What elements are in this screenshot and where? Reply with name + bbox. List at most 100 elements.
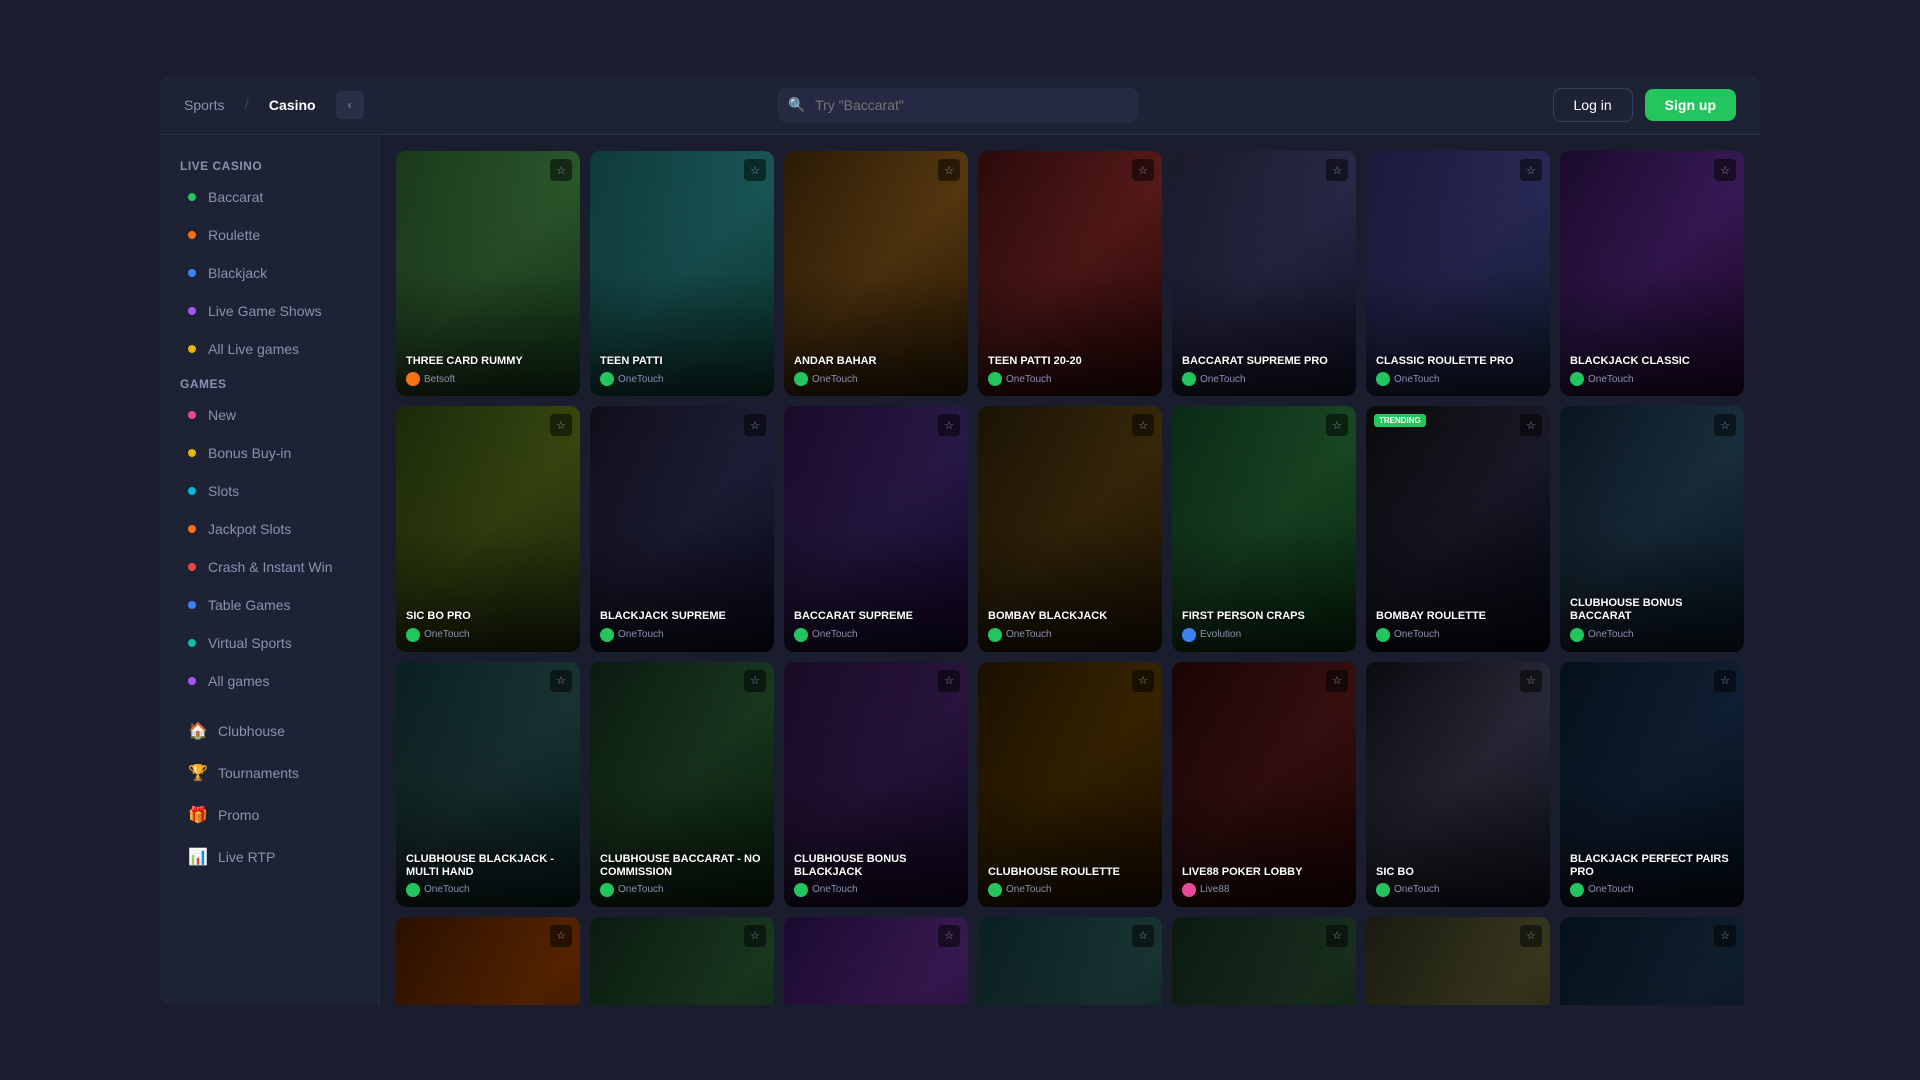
game-card-blackjack-classic[interactable]: ☆ BLACKJACK CLASSIC OneTouch	[1560, 151, 1744, 396]
sidebar-item-table-games[interactable]: Table Games	[168, 587, 371, 623]
game-provider-bombay-blackjack: OneTouch	[988, 628, 1107, 642]
favorite-clubhouse-bonus-baccarat[interactable]: ☆	[1714, 414, 1736, 436]
favorite-blackjack-supreme[interactable]: ☆	[744, 414, 766, 436]
sidebar-item-all-games[interactable]: All games	[168, 663, 371, 699]
game-card-three-card-rummy[interactable]: ☆ THREE CARD RUMMY Betsoft	[396, 151, 580, 396]
favorite-bombay-blackjack[interactable]: ☆	[1132, 414, 1154, 436]
game-provider-first-person-craps: Evolution	[1182, 628, 1305, 642]
game-card-blackjack-supreme[interactable]: ☆ BLACKJACK SUPREME OneTouch	[590, 406, 774, 651]
favorite-mega[interactable]: ☆	[938, 925, 960, 947]
game-card-bombay-roulette[interactable]: ☆ TRENDING BOMBAY ROULETTE OneTouch	[1366, 406, 1550, 651]
game-card-blackjack-perfect-pairs-pro[interactable]: ☆ BLACKJACK PERFECT PAIRS PRO OneTouch	[1560, 662, 1744, 907]
favorite-teen-patti[interactable]: ☆	[744, 159, 766, 181]
promo-icon: 🎁	[188, 805, 206, 825]
sidebar-item-virtual-sports[interactable]: Virtual Sports	[168, 625, 371, 661]
favorite-live-game-4[interactable]: ☆	[1132, 925, 1154, 947]
game-card-andar-bahar[interactable]: ☆ ANDAR BAHAR OneTouch	[784, 151, 968, 396]
sidebar-item-new[interactable]: New	[168, 397, 371, 433]
login-button[interactable]: Log in	[1553, 88, 1633, 122]
favorite-clubhouse-bonus-blackjack[interactable]: ☆	[938, 670, 960, 692]
sidebar-item-live-rtp[interactable]: 📊 Live RTP	[168, 837, 371, 877]
sidebar-item-tournaments[interactable]: 🏆 Tournaments	[168, 753, 371, 793]
favorite-sic-bo-pro[interactable]: ☆	[550, 414, 572, 436]
sidebar-item-blackjack[interactable]: Blackjack	[168, 255, 371, 291]
provider-dot	[794, 628, 808, 642]
game-provider-clubhouse-bonus-baccarat: OneTouch	[1570, 628, 1734, 642]
jackpot-dot	[188, 525, 196, 533]
game-card-live88-poker-lobby[interactable]: ☆ LIVE88 POKER LOBBY Live88	[1172, 662, 1356, 907]
favorite-king[interactable]: ☆	[550, 925, 572, 947]
game-card-classic-roulette-pro[interactable]: ☆ CLASSIC ROULETTE PRO OneTouch	[1366, 151, 1550, 396]
game-card-sic-bo-pro[interactable]: ☆ SIC BO PRO OneTouch	[396, 406, 580, 651]
game-card-first-person-craps[interactable]: ☆ FIRST PERSON CRAPS Evolution	[1172, 406, 1356, 651]
game-card-baccarat-supreme[interactable]: ☆ BACCARAT SUPREME OneTouch	[784, 406, 968, 651]
game-title-clubhouse-bonus-blackjack: CLUBHOUSE BONUS BLACKJACK	[794, 853, 958, 879]
game-card-clubhouse-blackjack-multi-hand[interactable]: ☆ CLUBHOUSE BLACKJACK - MULTI HAND OneTo…	[396, 662, 580, 907]
sidebar-item-promo[interactable]: 🎁 Promo	[168, 795, 371, 835]
game-grid: ☆ THREE CARD RUMMY Betsoft ☆	[396, 151, 1744, 1005]
game-provider-teen-patti-20-20: OneTouch	[988, 372, 1082, 386]
nav-sports[interactable]: Sports	[184, 97, 224, 113]
sidebar-item-crash-instant-win[interactable]: Crash & Instant Win	[168, 549, 371, 585]
favorite-blackjack-row4[interactable]: ☆	[744, 925, 766, 947]
favorite-three-card-rummy[interactable]: ☆	[550, 159, 572, 181]
favorite-classic-roulette-pro[interactable]: ☆	[1520, 159, 1542, 181]
favorite-clubhouse-roulette[interactable]: ☆	[1132, 670, 1154, 692]
game-card-baccarat-supreme-pro[interactable]: ☆ BACCARAT SUPREME PRO OneTouch	[1172, 151, 1356, 396]
sidebar-label-jackpot-slots: Jackpot Slots	[208, 521, 291, 537]
sidebar-item-live-game-shows[interactable]: Live Game Shows	[168, 293, 371, 329]
game-card-live-dealer[interactable]: ☆ LIVE DEALER OneTouch	[1366, 917, 1550, 1005]
game-title-first-person-craps: FIRST PERSON CRAPS	[1182, 610, 1305, 623]
game-card-king[interactable]: ☆ KING OneTouch	[396, 917, 580, 1005]
signup-button[interactable]: Sign up	[1645, 89, 1736, 121]
game-card-clubhouse-baccarat-no-commission[interactable]: ☆ CLUBHOUSE BACCARAT - NO COMMISSION One…	[590, 662, 774, 907]
game-title-classic-roulette-pro: CLASSIC ROULETTE PRO	[1376, 355, 1514, 368]
sidebar-item-clubhouse[interactable]: 🏠 Clubhouse	[168, 711, 371, 751]
game-title-bombay-blackjack: BOMBAY BLACKJACK	[988, 610, 1107, 623]
game-card-clubhouse-bonus-blackjack[interactable]: ☆ CLUBHOUSE BONUS BLACKJACK OneTouch	[784, 662, 968, 907]
favorite-sic-bo[interactable]: ☆	[1520, 670, 1542, 692]
favorite-live88-poker-lobby[interactable]: ☆	[1326, 670, 1348, 692]
favorite-teen-patti-20-20[interactable]: ☆	[1132, 159, 1154, 181]
table-dot	[188, 601, 196, 609]
search-input[interactable]	[778, 88, 1138, 122]
sidebar-item-bonus-buy-in[interactable]: Bonus Buy-in	[168, 435, 371, 471]
favorite-baccarat-supreme[interactable]: ☆	[938, 414, 960, 436]
game-provider-clubhouse-baccarat-no-commission: OneTouch	[600, 883, 764, 897]
search-icon: 🔍	[788, 96, 805, 113]
favorite-clubhouse-blackjack-multi-hand[interactable]: ☆	[550, 670, 572, 692]
sidebar-item-all-live-games[interactable]: All Live games	[168, 331, 371, 367]
game-provider-clubhouse-bonus-blackjack: OneTouch	[794, 883, 958, 897]
game-card-sic-bo[interactable]: ☆ SIC BO OneTouch	[1366, 662, 1550, 907]
game-card-clubhouse-roulette[interactable]: ☆ CLUBHOUSE ROULETTE OneTouch	[978, 662, 1162, 907]
favorite-baccarat-supreme-pro[interactable]: ☆	[1326, 159, 1348, 181]
game-card-teen-patti-20-20[interactable]: ☆ TEEN PATTI 20-20 OneTouch	[978, 151, 1162, 396]
game-card-teen-patti[interactable]: ☆ TEEN PATTI OneTouch	[590, 151, 774, 396]
favorite-andar-bahar[interactable]: ☆	[938, 159, 960, 181]
sidebar-item-slots[interactable]: Slots	[168, 473, 371, 509]
favorite-bombay-roulette[interactable]: ☆	[1520, 414, 1542, 436]
roulette-dot	[188, 231, 196, 239]
favorite-live-dealer[interactable]: ☆	[1520, 925, 1542, 947]
sidebar-item-baccarat[interactable]: Baccarat	[168, 179, 371, 215]
collapse-sidebar-button[interactable]: ‹	[336, 91, 364, 119]
game-card-clubhouse-bonus-baccarat[interactable]: ☆ CLUBHOUSE BONUS BACCARAT OneTouch	[1560, 406, 1744, 651]
live-rtp-icon: 📊	[188, 847, 206, 867]
game-card-cards-game[interactable]: ☆ CARDS GAME OneTouch	[1172, 917, 1356, 1005]
favorite-blackjack-21[interactable]: ☆	[1714, 925, 1736, 947]
game-card-bombay-blackjack[interactable]: ☆ BOMBAY BLACKJACK OneTouch	[978, 406, 1162, 651]
new-dot	[188, 411, 196, 419]
favorite-clubhouse-baccarat-no-commission[interactable]: ☆	[744, 670, 766, 692]
game-card-mega[interactable]: ☆ MEGA OneTouch	[784, 917, 968, 1005]
game-card-blackjack-21[interactable]: ☆ BLACKJACK 21 OneTouch	[1560, 917, 1744, 1005]
favorite-blackjack-perfect-pairs-pro[interactable]: ☆	[1714, 670, 1736, 692]
favorite-first-person-craps[interactable]: ☆	[1326, 414, 1348, 436]
sidebar-item-jackpot-slots[interactable]: Jackpot Slots	[168, 511, 371, 547]
sidebar-item-roulette[interactable]: Roulette	[168, 217, 371, 253]
nav-casino[interactable]: Casino	[269, 97, 316, 113]
favorite-blackjack-classic[interactable]: ☆	[1714, 159, 1736, 181]
favorite-cards-game[interactable]: ☆	[1326, 925, 1348, 947]
game-card-live-game-4[interactable]: ☆ LIVE GAME OneTouch	[978, 917, 1162, 1005]
game-card-blackjack-row4[interactable]: ☆ BLACKJACK OneTouch	[590, 917, 774, 1005]
provider-dot	[1182, 628, 1196, 642]
